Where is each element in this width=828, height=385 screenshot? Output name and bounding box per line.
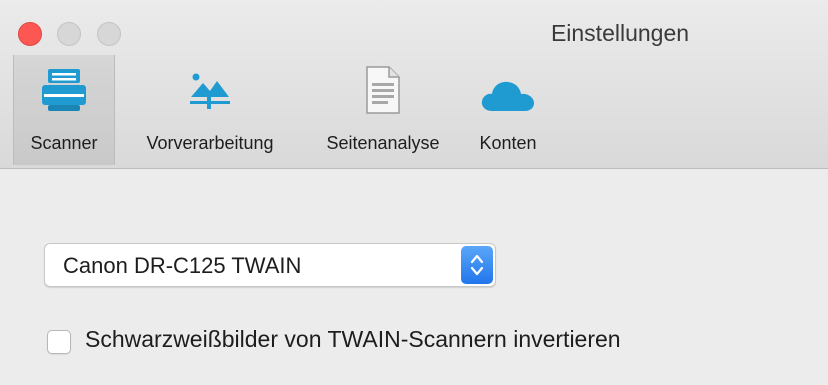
image-adjust-icon: [120, 55, 300, 115]
tab-konten[interactable]: Konten: [464, 55, 552, 165]
close-window-button[interactable]: [18, 22, 42, 46]
tab-vorverarbeitung[interactable]: Vorverarbeitung: [120, 55, 300, 165]
scanner-icon: [14, 55, 114, 115]
tab-scanner[interactable]: Scanner: [13, 55, 115, 165]
tab-seitenanalyse-label: Seitenanalyse: [326, 133, 440, 153]
tab-konten-label: Konten: [479, 133, 537, 153]
invert-bw-label[interactable]: Schwarzweißbilder von TWAIN-Scannern inv…: [85, 326, 621, 353]
tab-seitenanalyse[interactable]: Seitenanalyse: [304, 55, 462, 165]
zoom-window-button[interactable]: [97, 22, 121, 46]
scanner-device-value: Canon DR-C125 TWAIN: [63, 253, 302, 278]
minimize-window-button[interactable]: [57, 22, 81, 46]
document-icon: [304, 55, 462, 115]
tab-vorverarbeitung-label: Vorverarbeitung: [146, 133, 274, 153]
cloud-icon: [464, 55, 552, 115]
preferences-window: Einstellungen Scanner Vorverarbeitung Se…: [0, 0, 828, 385]
invert-bw-checkbox[interactable]: [47, 330, 71, 354]
select-stepper-icon[interactable]: [461, 246, 493, 284]
toolbar: Einstellungen Scanner Vorverarbeitung Se…: [0, 0, 828, 169]
window-title: Einstellungen: [550, 20, 690, 46]
tab-scanner-label: Scanner: [30, 133, 98, 153]
scanner-device-select[interactable]: Canon DR-C125 TWAIN: [44, 243, 496, 287]
